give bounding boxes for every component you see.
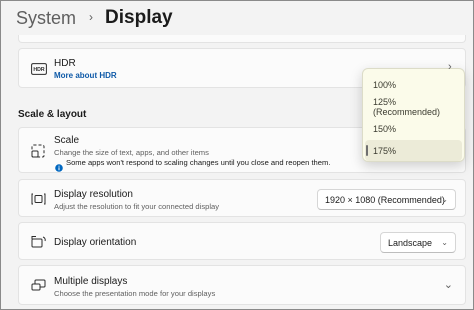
orientation-value: Landscape [388, 237, 433, 248]
scale-title: Scale [54, 135, 80, 146]
orientation-icon [31, 235, 46, 248]
chevron-down-icon: ⌄ [441, 194, 448, 204]
resolution-title: Display resolution [54, 189, 133, 200]
multiple-displays-title: Multiple displays [54, 276, 128, 287]
breadcrumb: System › Display [16, 5, 173, 31]
display-resolution-card: Display resolution Adjust the resolution… [18, 179, 466, 217]
chevron-down-icon[interactable]: ⌄ [444, 278, 453, 291]
scale-option-125[interactable]: 125% (Recommended) [365, 96, 462, 117]
orientation-title: Display orientation [54, 237, 137, 248]
chevron-right-icon[interactable]: › [448, 61, 452, 73]
resolution-subtitle: Adjust the resolution to fit your connec… [54, 202, 220, 211]
previous-card-edge [18, 35, 466, 43]
multiple-displays-subtitle: Choose the presentation mode for your di… [54, 289, 216, 298]
display-orientation-card: Display orientation Landscape ⌄ [18, 222, 466, 260]
scale-warning-text: Some apps won't respond to scaling chang… [66, 158, 331, 167]
svg-text:HDR: HDR [33, 67, 44, 73]
resolution-value: 1920 × 1080 (Recommended) [325, 194, 445, 205]
breadcrumb-system-link[interactable]: System [16, 8, 76, 29]
multiple-displays-card[interactable]: Multiple displays Choose the presentatio… [18, 265, 466, 305]
chevron-right-icon: › [89, 10, 94, 24]
orientation-dropdown[interactable]: Landscape ⌄ [380, 232, 456, 253]
scale-option-175[interactable]: 175% [365, 140, 462, 161]
hdr-icon: HDR [31, 62, 47, 75]
multiple-displays-icon [31, 279, 46, 292]
hdr-more-link[interactable]: More about HDR [54, 71, 117, 80]
resolution-icon [31, 192, 46, 205]
chevron-down-icon: ⌄ [441, 237, 448, 247]
scale-dropdown-flyout: 100% 125% (Recommended) 150% 175% [362, 68, 465, 162]
hdr-title: HDR [54, 58, 76, 69]
resolution-dropdown[interactable]: 1920 × 1080 (Recommended) ⌄ [317, 189, 456, 210]
scale-option-150[interactable]: 150% [365, 118, 462, 139]
scale-icon [31, 144, 45, 158]
page-title: Display [105, 7, 173, 28]
info-icon [55, 159, 63, 172]
scale-subtitle: Change the size of text, apps, and other… [54, 148, 209, 157]
scale-option-100[interactable]: 100% [365, 74, 462, 95]
section-heading-scale-layout: Scale & layout [18, 109, 87, 120]
